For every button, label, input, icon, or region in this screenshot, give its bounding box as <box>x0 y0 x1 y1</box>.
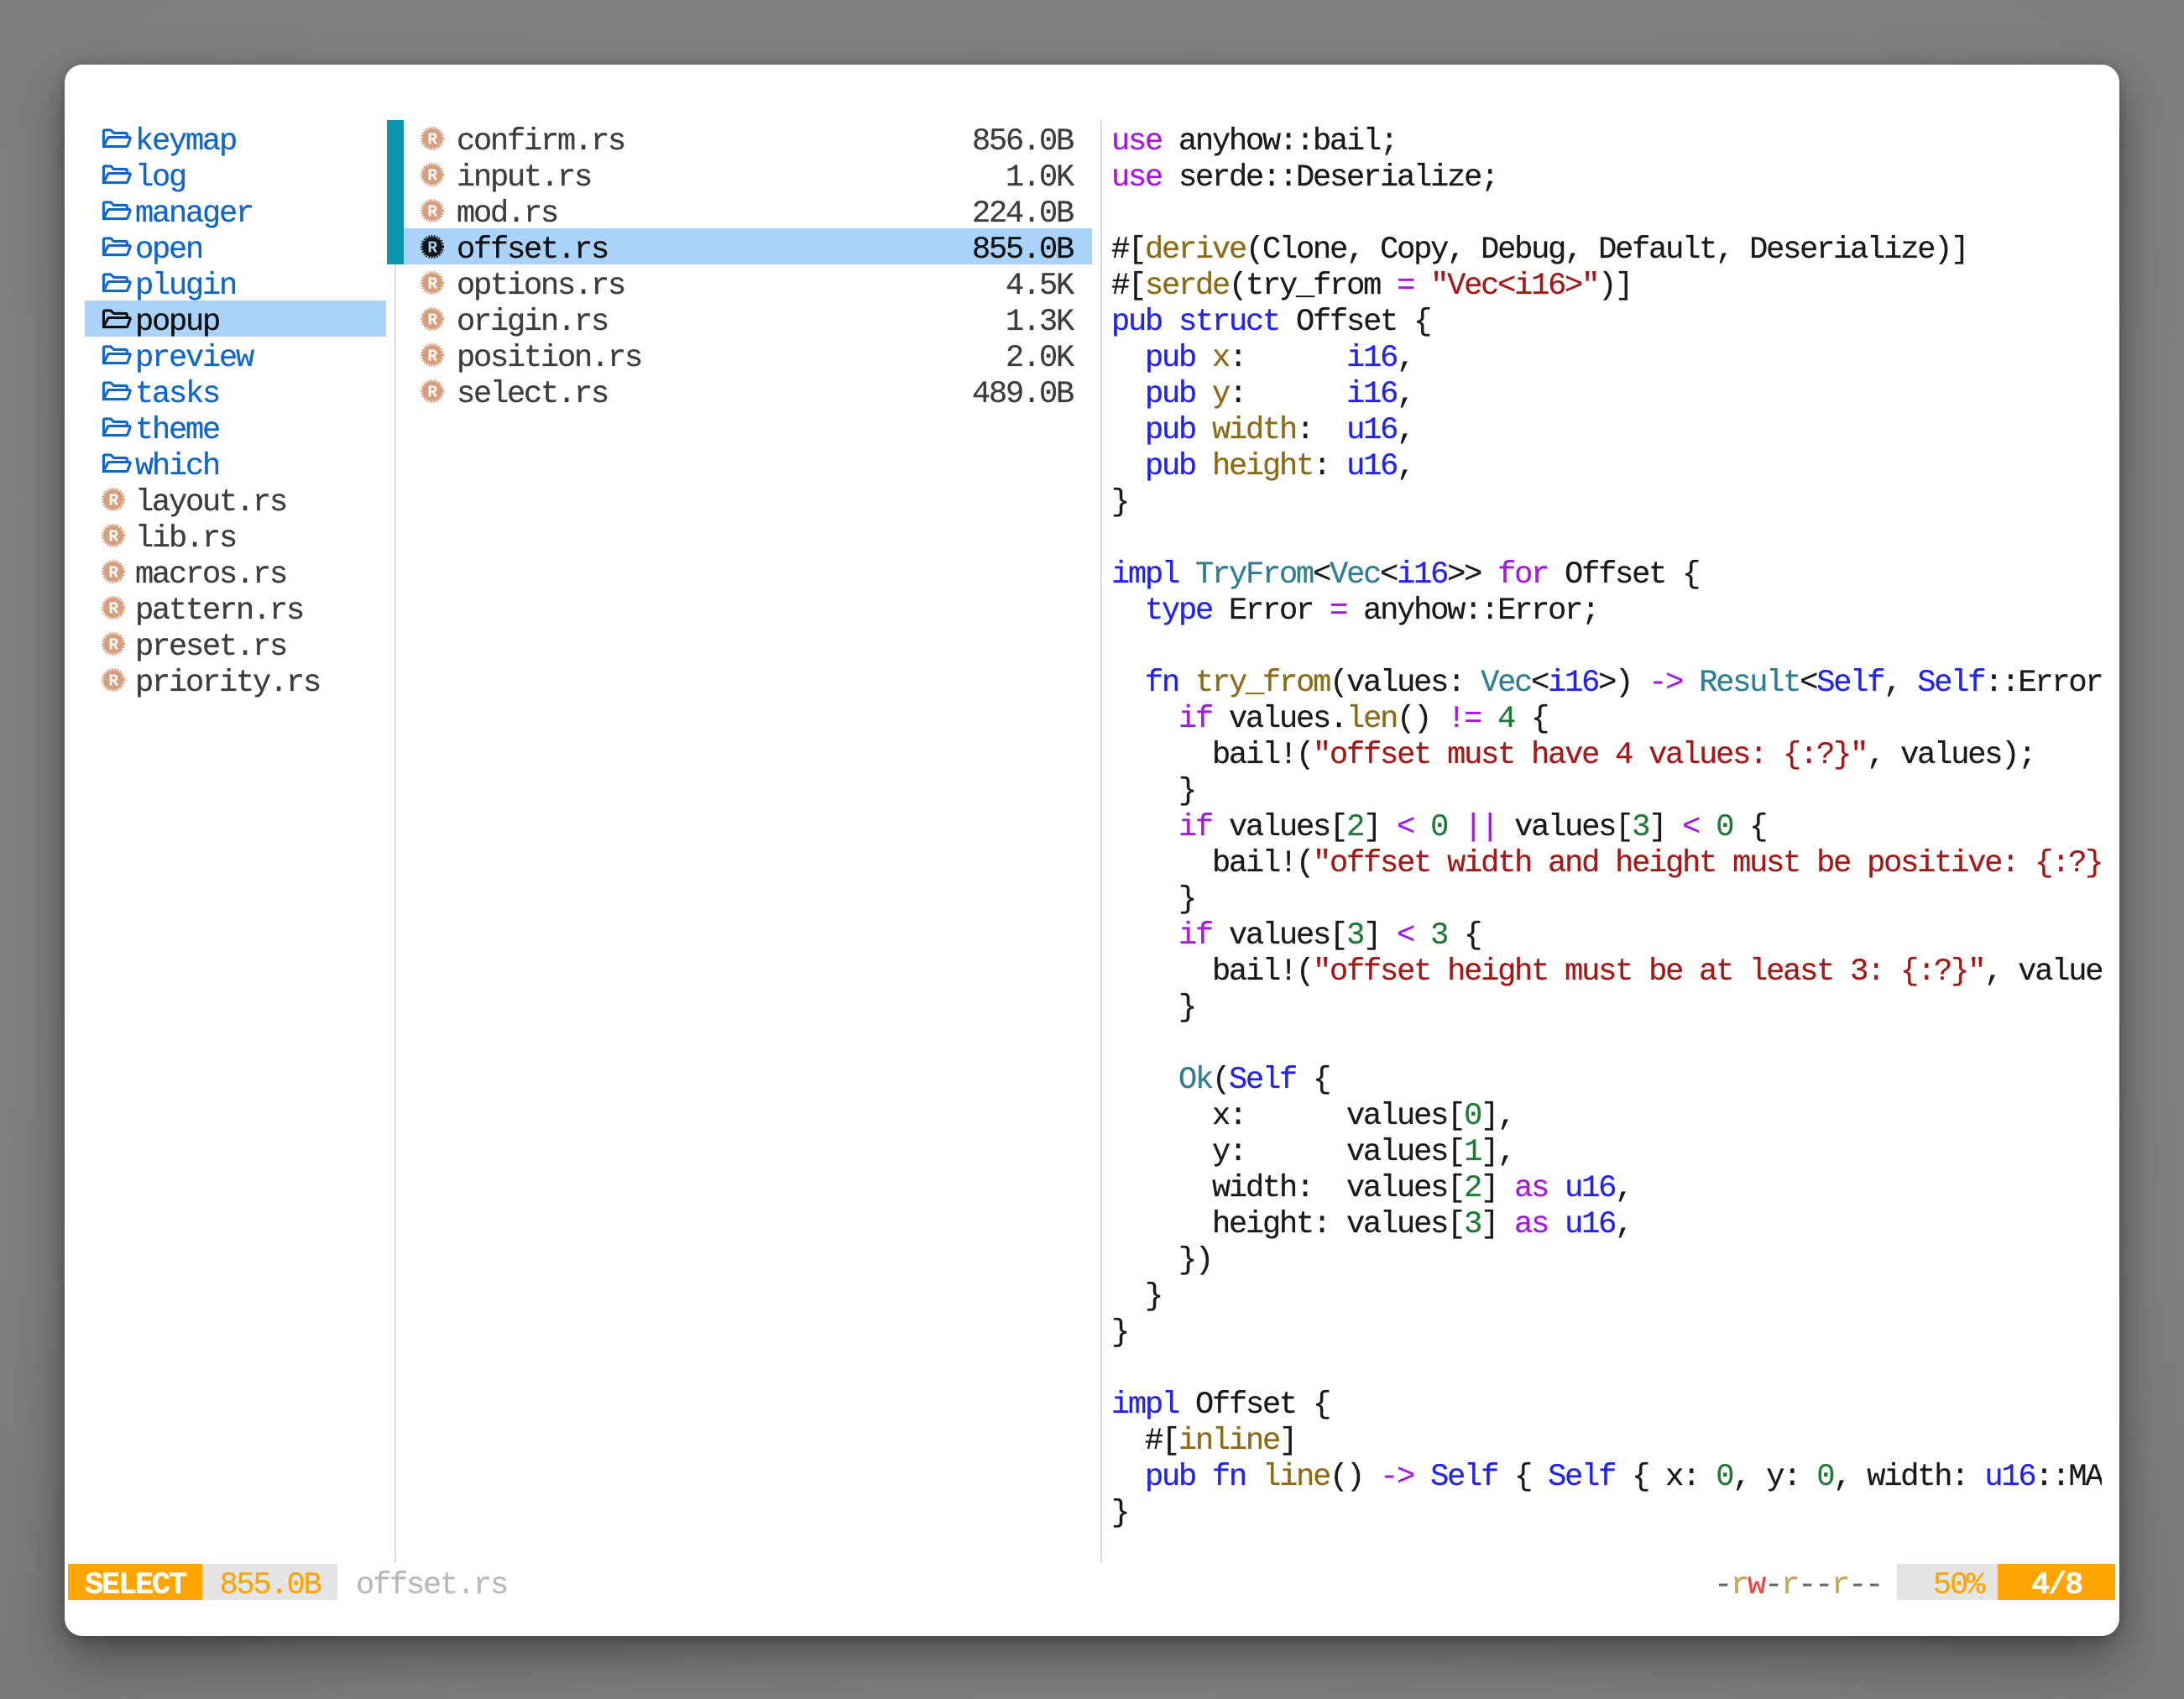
svg-text:R: R <box>108 528 118 546</box>
svg-text:R: R <box>427 311 437 330</box>
svg-text:R: R <box>427 167 437 186</box>
svg-text:R: R <box>108 600 118 619</box>
svg-text:R: R <box>108 672 118 691</box>
svg-text:R: R <box>427 275 437 294</box>
svg-text:R: R <box>108 636 118 655</box>
svg-text:R: R <box>427 348 437 366</box>
svg-text:R: R <box>427 131 437 149</box>
svg-text:R: R <box>427 203 437 222</box>
svg-text:R: R <box>427 239 437 258</box>
svg-text:R: R <box>108 564 118 583</box>
svg-text:R: R <box>108 492 118 510</box>
svg-text:R: R <box>427 384 437 402</box>
